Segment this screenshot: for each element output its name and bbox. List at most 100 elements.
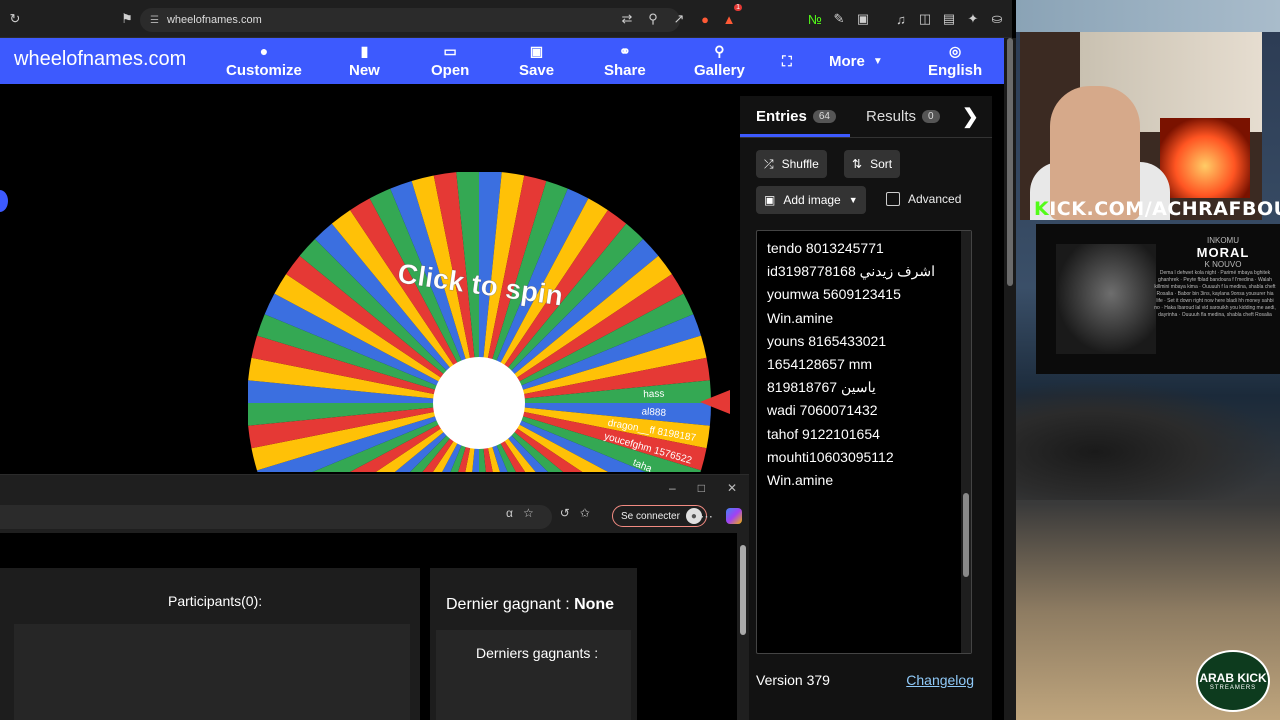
refresh-ext-icon[interactable]: ↺ — [560, 506, 570, 520]
music-title: MORAL — [1196, 245, 1250, 260]
shuffle-button[interactable]: ⤮ Shuffle — [756, 150, 827, 178]
more-button[interactable]: More ▼ — [829, 38, 883, 84]
gallery-button[interactable]: ⚲ Gallery — [694, 38, 745, 84]
music-artist-image — [1056, 244, 1156, 354]
palette-icon: ● — [259, 43, 269, 59]
changelog-link[interactable]: Changelog — [906, 672, 974, 688]
share-button[interactable]: ⚭ Share — [604, 38, 646, 84]
overlay-address-bar[interactable] — [0, 505, 552, 529]
music-lyrics: Dema l dehwet kola night · Parimé mbaya … — [1154, 270, 1276, 318]
globe-icon: ◎ — [948, 43, 962, 59]
participants-card — [0, 568, 420, 720]
sidebar-icon[interactable]: ◫ — [914, 8, 936, 30]
webcam-feed — [1020, 32, 1262, 220]
entry-line[interactable]: youmwa 5609123415 — [757, 283, 971, 306]
music-title-block: INKOMU MORAL K NOUVO — [1178, 236, 1268, 269]
entry-line[interactable]: 819818767 ياسين — [757, 376, 971, 399]
last-winner-value: None — [574, 596, 615, 613]
save-button[interactable]: ▣ Save — [519, 38, 554, 84]
wheel-slice-label: hass — [643, 389, 664, 401]
bookmark-icon[interactable]: ⚑ — [116, 8, 138, 30]
music-video-overlay: INKOMU MORAL K NOUVO Dema l dehwet kola … — [1036, 224, 1280, 374]
advanced-checkbox[interactable] — [886, 192, 900, 206]
vpn-shield-icon[interactable]: ⛀ — [986, 8, 1008, 30]
site-header: wheelofnames.com ● Customize ▮ New ▭ Ope… — [0, 38, 1004, 84]
new-button[interactable]: ▮ New — [349, 38, 380, 84]
customize-label: Customize — [226, 62, 302, 79]
address-bar[interactable]: ☰ wheelofnames.com — [140, 8, 680, 32]
entries-scrollbar[interactable] — [961, 231, 971, 653]
entries-count-badge: 64 — [812, 110, 836, 123]
entry-line[interactable]: wadi 7060071432 — [757, 399, 971, 422]
maximize-icon[interactable]: □ — [698, 481, 705, 495]
more-options-icon[interactable]: ⋯ — [700, 509, 713, 525]
wallet-icon[interactable]: ▤ — [938, 8, 960, 30]
logo-subtext: STREAMERS — [1209, 685, 1257, 691]
overlay-scrollbar-thumb[interactable] — [740, 545, 746, 635]
collapse-panel-icon[interactable]: ❯ — [962, 104, 979, 129]
favorite-icon[interactable]: ☆ — [523, 506, 534, 520]
brave-rewards-icon[interactable]: ▲ 1 — [718, 4, 742, 30]
open-button[interactable]: ▭ Open — [431, 38, 469, 84]
entry-line[interactable]: youns 8165433021 — [757, 330, 971, 353]
add-image-button[interactable]: ▣ Add image ▼ — [756, 186, 866, 214]
save-label: Save — [519, 62, 555, 79]
kick-extension-icon[interactable]: № — [804, 8, 826, 30]
shuffle-label: Shuffle — [781, 157, 819, 171]
entry-line[interactable]: tendo 8013245771 — [757, 237, 971, 260]
sort-button[interactable]: ⇅ Sort — [844, 150, 901, 178]
close-icon[interactable]: ✕ — [727, 481, 737, 495]
browser-toolbar: ↻ ⚑ ☰ wheelofnames.com ⇄ ⚲ ↗ ● ▲ 1 № ✎ ▣ … — [0, 0, 1027, 38]
customize-button[interactable]: ● Customize — [226, 38, 302, 84]
language-button[interactable]: ◎ English — [928, 38, 982, 84]
tab-icon[interactable]: ▣ — [852, 8, 874, 30]
zoom-icon[interactable]: ⚲ — [642, 8, 664, 30]
toolbar-separator — [876, 8, 888, 30]
kick-channel-text: ICK.COM/ACHRAFBOU.6 — [1049, 198, 1280, 220]
share-page-icon[interactable]: ↗ — [668, 8, 690, 30]
site-info-icon[interactable]: ☰ — [150, 15, 159, 26]
kick-letter: K — [1034, 198, 1050, 220]
fullscreen-button[interactable]: ⛶ — [782, 38, 792, 84]
entry-line[interactable]: Win.amine — [757, 307, 971, 330]
sort-label: Sort — [870, 157, 893, 171]
advanced-label: Advanced — [908, 192, 962, 206]
page-scrollbar-thumb[interactable] — [1007, 38, 1013, 286]
brave-shield-icon[interactable]: ● — [694, 8, 716, 30]
read-aloud-icon[interactable]: α — [506, 506, 513, 520]
wheel-viewport[interactable]: hass al888 dragon__ff 8198187 youcefghm 157… — [248, 172, 712, 472]
entry-line[interactable]: Win.amine — [757, 469, 971, 492]
media-icon[interactable]: ♫ — [890, 8, 912, 30]
screen: ↻ ⚑ ☰ wheelofnames.com ⇄ ⚲ ↗ ● ▲ 1 № ✎ ▣ … — [0, 0, 1280, 720]
minimize-icon[interactable]: – — [669, 481, 676, 495]
entry-line[interactable]: 1654128657 mm — [757, 353, 971, 376]
page-scrollbar[interactable] — [1004, 38, 1016, 720]
logo-text: ARAB KICK — [1199, 671, 1267, 685]
kick-channel-banner: KICK.COM/ACHRAFBOU.6 — [1034, 198, 1280, 220]
wheel[interactable]: hassal888dragon__ff 8198187youcefghm 157… — [248, 172, 712, 472]
overlay-scrollbar[interactable] — [737, 533, 749, 720]
search-icon: ⚲ — [714, 43, 725, 59]
tab-entries[interactable]: Entries 64 — [756, 108, 836, 125]
rewards-badge: 1 — [734, 4, 742, 11]
wheel-center[interactable] — [433, 357, 525, 449]
leo-ai-icon[interactable]: ✦ — [962, 8, 984, 30]
extensions-puzzle-icon[interactable]: ✎ — [828, 8, 850, 30]
site-logo-text[interactable]: wheelofnames.com — [14, 48, 186, 71]
side-handle[interactable] — [0, 190, 8, 212]
results-count-badge: 0 — [922, 110, 940, 123]
translate-icon[interactable]: ⇄ — [616, 8, 638, 30]
reload-icon[interactable]: ↻ — [4, 8, 26, 30]
favorites-bar-icon[interactable]: ✩ — [580, 506, 590, 520]
entry-line[interactable]: mouhti10603095112 — [757, 446, 971, 469]
sign-in-button[interactable]: Se connecter ● — [612, 505, 707, 527]
entry-line[interactable]: id3198778168 اشرف زيدني — [757, 260, 971, 283]
tab-results[interactable]: Results 0 — [866, 108, 940, 125]
folder-icon: ▭ — [443, 43, 457, 59]
entries-textarea[interactable]: tendo 8013245771 id3198778168 اشرف زيدني y… — [756, 230, 972, 654]
copilot-icon[interactable] — [726, 508, 742, 524]
version-text: Version 379 — [756, 672, 830, 688]
entries-list: tendo 8013245771 id3198778168 اشرف زيدني y… — [757, 231, 971, 492]
entry-line[interactable]: tahof 9122101654 — [757, 423, 971, 446]
entries-scrollbar-thumb[interactable] — [963, 493, 969, 577]
